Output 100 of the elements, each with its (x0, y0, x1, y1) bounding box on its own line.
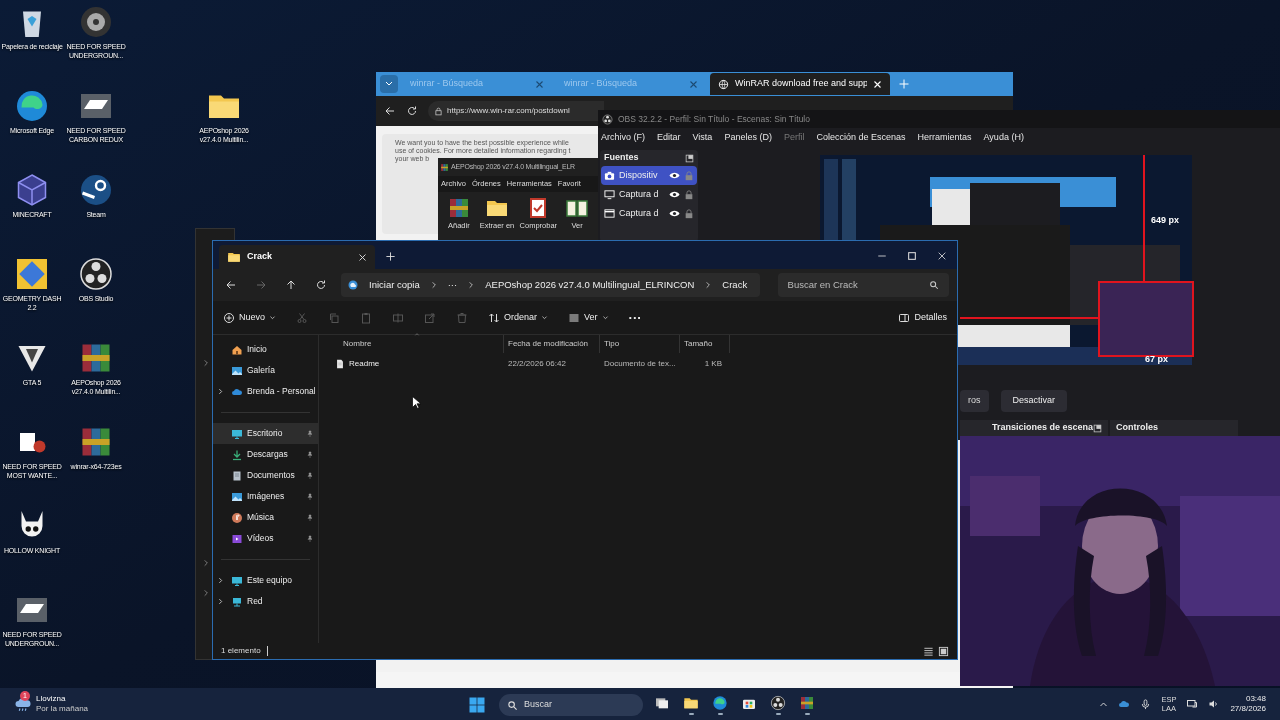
lock-icon (434, 106, 443, 116)
text-file-icon (335, 358, 345, 369)
column-header[interactable]: Fecha de modificación (504, 335, 600, 353)
caret-icon (269, 314, 276, 321)
chevron-right-icon (704, 281, 713, 289)
pin-icon[interactable] (306, 513, 314, 522)
menu-item[interactable]: Colección de Escenas (816, 131, 906, 145)
pin-icon[interactable] (306, 471, 314, 480)
edge-icon[interactable] (14, 88, 50, 124)
sidebar-item[interactable]: Descargas (213, 444, 318, 465)
address-bar[interactable]: Iniciar copia ··· AEPOshop 2026 v27.4.0 Multilingual_ELRINCON Crack (341, 273, 760, 297)
weather-title: Llovizna (36, 694, 67, 704)
menu-item[interactable]: Paneles (D) (724, 131, 772, 145)
menu-item[interactable]: Herramientas (917, 131, 972, 145)
monitor-icon (231, 574, 243, 587)
sidebar-item[interactable]: Imágenes (213, 486, 318, 507)
search-field[interactable]: Buscar en Crack (777, 273, 949, 297)
refresh-icon[interactable] (315, 279, 327, 291)
sidebar-item[interactable]: Red (213, 591, 318, 612)
obs-icon (770, 695, 786, 711)
maximize-icon[interactable] (907, 251, 917, 261)
new-tab-icon[interactable] (385, 251, 396, 262)
breadcrumb-item[interactable]: AEPOshop 2026 v27.4.0 Multilingual_ELRINCON (485, 277, 695, 293)
search-icon (929, 280, 939, 290)
deactivate-button[interactable]: Desactivar (1000, 390, 1068, 412)
forward-icon[interactable] (255, 279, 267, 291)
cloud-icon[interactable] (1118, 698, 1131, 710)
details-pane-icon (898, 311, 911, 324)
breadcrumb-item[interactable]: Iniciar copia (369, 277, 420, 293)
control-button[interactable]: ros (960, 390, 989, 412)
undock-icon[interactable] (685, 153, 694, 163)
table-cell-text: 1 KB (703, 357, 723, 370)
square-face-icon[interactable] (14, 256, 50, 292)
menu-item[interactable]: Archivo (F) (601, 131, 645, 145)
thumbnail-view-icon[interactable] (938, 645, 949, 657)
toolbar-button[interactable]: Ver (568, 310, 609, 325)
home-icon (231, 343, 243, 356)
rename-icon (392, 311, 404, 324)
back-icon[interactable] (384, 105, 396, 117)
toolbar-button[interactable]: Nuevo (223, 310, 276, 325)
back-icon[interactable] (225, 279, 237, 291)
breadcrumb-item[interactable]: Crack (722, 277, 748, 293)
sidebar-item[interactable]: Documentos (213, 465, 318, 486)
clipboard-icon (360, 311, 372, 324)
pin-icon[interactable] (306, 429, 314, 438)
panel-title: Fuentes (604, 151, 639, 165)
cloud-sync-icon (347, 279, 359, 291)
lock-icon[interactable] (684, 189, 694, 200)
sidebar-item[interactable]: Vídeos (213, 528, 318, 549)
column-header[interactable]: Tipo (600, 335, 680, 353)
up-icon[interactable] (285, 279, 297, 291)
sidebar-item[interactable]: Este equipo (213, 570, 318, 591)
eye-icon[interactable] (669, 170, 680, 181)
lock-icon[interactable] (684, 208, 694, 219)
sidebar-item[interactable]: Brenda - Personal (213, 381, 318, 402)
camera-icon (604, 170, 615, 181)
obs-icon (602, 113, 613, 125)
menu-item[interactable]: Vista (692, 131, 713, 145)
browser-tab[interactable]: WinRAR download free and supp (710, 73, 890, 95)
source-item[interactable]: Captura d (601, 204, 697, 223)
details-view-icon[interactable] (923, 645, 934, 657)
search-field[interactable]: Buscar (499, 694, 643, 716)
cursor-icon (412, 396, 421, 409)
menu-item[interactable]: Ayuda (H) (983, 131, 1024, 145)
details-button[interactable]: Detalles (898, 310, 947, 325)
explorer-tab[interactable]: Crack (219, 245, 375, 269)
selection-box[interactable] (1098, 281, 1194, 357)
window-icon (604, 208, 615, 219)
column-header[interactable]: Nombre (339, 335, 504, 353)
eye-icon[interactable] (669, 189, 680, 200)
clock[interactable]: 03:48 27/8/2026 (1230, 694, 1266, 714)
wheel-icon[interactable] (78, 4, 114, 40)
eye-icon[interactable] (669, 208, 680, 219)
column-header[interactable]: Tamaño (680, 335, 730, 353)
network-icon[interactable] (1186, 698, 1199, 710)
folder-icon (683, 695, 699, 711)
pin-icon[interactable] (306, 492, 314, 501)
address-bar[interactable]: https://www.win-rar.com/postdownl (428, 101, 604, 121)
more-button[interactable]: ··· (628, 312, 642, 323)
source-item[interactable]: Captura d (601, 185, 697, 204)
obs-icon[interactable] (78, 256, 114, 292)
sidebar-item[interactable]: Inicio (213, 339, 318, 360)
toolbar-button[interactable]: Ordenar (488, 310, 549, 325)
sidebar-item[interactable]: Galería (213, 360, 318, 381)
scissors-icon (296, 311, 308, 324)
steam-icon[interactable] (78, 172, 114, 208)
pin-icon[interactable] (306, 450, 314, 459)
refresh-icon[interactable] (406, 105, 418, 117)
monitor-icon (604, 189, 615, 200)
breadcrumb-item[interactable]: ··· (447, 277, 458, 293)
undock-icon[interactable] (1093, 423, 1103, 433)
source-item[interactable]: Dispositiv (601, 166, 697, 185)
microphone-icon[interactable] (1140, 698, 1152, 710)
file-name[interactable]: Readme (349, 357, 380, 370)
sidebar-item[interactable]: Escritorio (213, 423, 318, 444)
start-icon[interactable] (468, 696, 486, 714)
sidebar-item[interactable]: Música (213, 507, 318, 528)
pin-icon[interactable] (306, 534, 314, 543)
menu-item[interactable]: Editar (657, 131, 681, 145)
chevron-right-icon[interactable] (217, 388, 224, 395)
